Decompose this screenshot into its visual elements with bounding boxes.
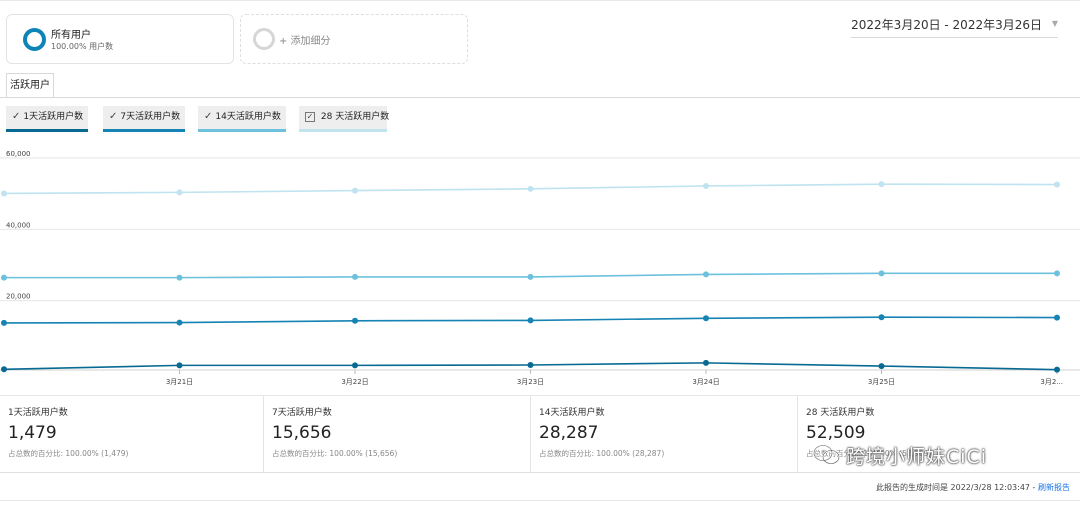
x-tick-label: 3月23日 xyxy=(517,378,544,386)
x-tick-label: 3月21日 xyxy=(166,378,193,386)
scorecard-value: 52,509 xyxy=(806,423,866,443)
data-point xyxy=(352,317,358,324)
toggle-1day-active[interactable]: ✓ 1天活跃用户数 xyxy=(6,106,88,132)
data-point xyxy=(176,274,183,281)
wechat-icon xyxy=(812,443,842,472)
data-point xyxy=(878,270,885,277)
segment-ring-icon xyxy=(23,28,46,51)
toggle-14day-active[interactable]: ✓ 14天活跃用户数 xyxy=(198,106,286,132)
toggle-7day-active[interactable]: ✓ 7天活跃用户数 xyxy=(103,106,185,132)
data-point xyxy=(1,190,7,197)
refresh-report-link[interactable]: 刷新报告 xyxy=(1038,483,1070,492)
empty-segment-ring-icon xyxy=(253,28,275,50)
tab-label: 活跃用户 xyxy=(10,80,50,91)
data-point xyxy=(527,273,534,280)
data-point xyxy=(352,273,358,280)
scorecard-label: 7天活跃用户数 xyxy=(272,408,332,418)
scorecard-value: 15,656 xyxy=(272,423,332,443)
segment-subtitle: 100.00% 用户数 xyxy=(51,42,114,51)
add-segment-label: + 添加细分 xyxy=(279,36,331,47)
x-tick-label: 3月24日 xyxy=(692,378,719,386)
data-point xyxy=(176,319,183,326)
scorecard-value: 28,287 xyxy=(539,423,599,443)
toggle-28day-active[interactable]: ✓ 28 天活跃用户数 xyxy=(299,106,390,132)
data-point xyxy=(352,187,358,194)
tab-divider xyxy=(0,97,1080,98)
data-point xyxy=(703,182,709,189)
x-tick-label: 3月2... xyxy=(1040,378,1063,386)
add-segment-button[interactable]: + 添加细分 xyxy=(240,14,468,64)
segment-all-users[interactable]: 所有用户 100.00% 用户数 xyxy=(6,14,234,64)
scorecard-label: 1天活跃用户数 xyxy=(8,408,68,418)
data-point xyxy=(703,315,709,322)
data-point xyxy=(1,274,7,281)
data-point xyxy=(1,319,7,326)
toggle-label: 7天活跃用户数 xyxy=(120,112,181,122)
toggle-label: 1天活跃用户数 xyxy=(23,112,84,122)
data-point xyxy=(1054,366,1060,373)
top-border xyxy=(0,0,1080,1)
report-footer: 此报告的生成时间是 2022/3/28 12:03:47 - 刷新报告 xyxy=(876,482,1070,493)
data-point xyxy=(527,317,534,324)
checkbox-checked-icon: ✓ xyxy=(305,112,315,122)
bottom-border xyxy=(0,500,1080,501)
scorecard-7day: 7天活跃用户数 15,656 占总数的百分比: 100.00% (15,656) xyxy=(263,396,531,472)
data-point xyxy=(878,181,885,188)
report-generated-text: 此报告的生成时间是 2022/3/28 12:03:47 - xyxy=(875,483,1038,492)
data-point xyxy=(1054,314,1060,321)
data-point xyxy=(176,189,183,196)
watermark: 跨境小师妹CiCi xyxy=(812,442,987,474)
scorecard-percent: 占总数的百分比: 100.00% (28,287) xyxy=(539,449,665,458)
data-point xyxy=(1054,270,1060,277)
active-users-line-chart: 60,000 40,000 20,000 3月21日 3月22日 3月23日 3月24日 3月… xyxy=(0,150,1080,386)
scorecard-14day: 14天活跃用户数 28,287 占总数的百分比: 100.00% (28,287… xyxy=(530,396,798,472)
watermark-text: 跨境小师妹CiCi xyxy=(846,446,988,468)
segment-title: 所有用户 xyxy=(51,30,91,41)
data-point xyxy=(703,359,709,366)
scorecard-percent: 占总数的百分比: 100.00% (15,656) xyxy=(272,449,398,458)
data-point xyxy=(1054,181,1060,188)
y-tick-label: 60,000 xyxy=(6,150,31,158)
date-range-label: 2022年3月20日 - 2022年3月26日 xyxy=(851,18,1042,32)
scorecard-value: 1,479 xyxy=(8,423,57,443)
data-point xyxy=(878,363,885,370)
checkmark-icon: ✓ xyxy=(12,111,21,122)
caret-down-icon: ▼ xyxy=(1051,19,1058,28)
scorecard-1day: 1天活跃用户数 1,479 占总数的百分比: 100.00% (1,479) xyxy=(0,396,268,472)
scorecard-label: 14天活跃用户数 xyxy=(539,408,605,418)
data-point xyxy=(878,314,885,321)
y-tick-label: 20,000 xyxy=(6,293,31,301)
data-point xyxy=(703,271,709,278)
tab-active-users[interactable]: 活跃用户 xyxy=(6,73,54,97)
checkmark-icon: ✓ xyxy=(204,111,213,122)
checkmark-icon: ✓ xyxy=(109,111,118,122)
y-tick-label: 40,000 xyxy=(6,221,31,229)
data-point xyxy=(1,366,7,373)
x-tick-label: 3月22日 xyxy=(341,378,368,386)
data-point xyxy=(352,362,358,369)
scorecard-label: 28 天活跃用户数 xyxy=(806,408,875,418)
data-point xyxy=(176,362,183,369)
date-range-picker[interactable]: 2022年3月20日 - 2022年3月26日 ▼ xyxy=(851,16,1058,38)
toggle-label: 14天活跃用户数 xyxy=(215,112,281,122)
data-point xyxy=(527,185,534,192)
data-point xyxy=(527,362,534,369)
x-tick-label: 3月25日 xyxy=(868,378,895,386)
scorecard-percent: 占总数的百分比: 100.00% (1,479) xyxy=(8,449,129,458)
toggle-label: 28 天活跃用户数 xyxy=(320,112,390,122)
